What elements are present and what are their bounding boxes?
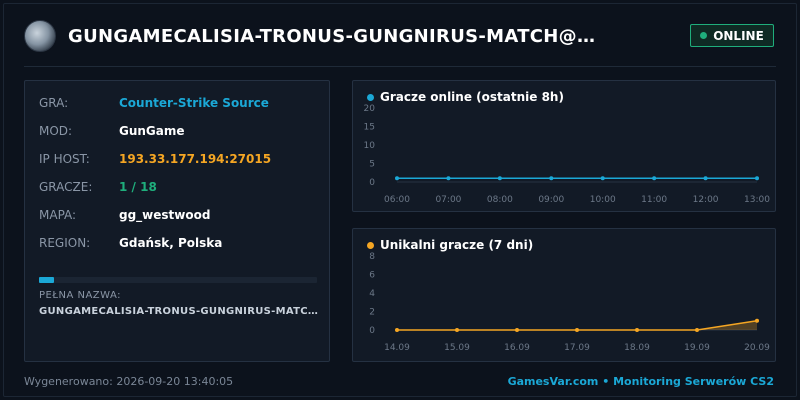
x-tick-label: 17.09 (564, 343, 590, 353)
x-tick-label: 09:00 (538, 195, 564, 205)
info-label: MOD: (39, 124, 73, 138)
y-tick-label: 4 (369, 289, 375, 299)
chart-title: Unikalni gracze (7 dni) (367, 238, 533, 252)
y-tick-label: 6 (369, 271, 375, 281)
y-tick-label: 20 (364, 104, 376, 114)
fullname-value: GUNGAMECALISIA-TRONUS-GUNGNIRUS-MATCH… (39, 306, 319, 317)
mod-value: GunGame (119, 124, 185, 138)
x-tick-label: 12:00 (693, 195, 719, 205)
data-point (549, 176, 554, 181)
x-tick-label: 18.09 (624, 343, 650, 353)
y-tick-label: 0 (369, 326, 375, 336)
y-tick-label: 5 (369, 160, 375, 170)
y-tick-label: 2 (369, 308, 375, 318)
players-value: 1 / 18 (119, 180, 157, 194)
x-tick-label: 07:00 (435, 195, 461, 205)
game-value: Counter-Strike Source (119, 96, 269, 110)
y-tick-label: 15 (364, 123, 375, 133)
player-progress-bar (39, 277, 317, 283)
data-point (635, 328, 639, 332)
data-point (395, 176, 399, 181)
chart-title-text: Unikalni gracze (7 dni) (380, 238, 534, 252)
x-tick-label: 11:00 (641, 195, 667, 205)
data-point (703, 176, 708, 181)
data-point (575, 328, 579, 332)
fullname-label: PEŁNA NAZWA: (39, 290, 122, 301)
x-tick-label: 13:00 (744, 195, 770, 205)
info-label: GRA: (39, 96, 69, 110)
online-players-chart-panel: 0 5 10 15 20 06:00 07:00 08:00 09:00 10:00 11:00 12… (352, 80, 776, 212)
info-label: IP HOST: (39, 152, 90, 166)
region-value: Gdańsk, Polska (119, 236, 223, 250)
status-dot-icon (700, 32, 708, 39)
header-divider (24, 66, 776, 67)
x-tick-label: 19.09 (684, 343, 710, 353)
data-point (755, 318, 759, 323)
map-value: gg_westwood (119, 208, 211, 222)
x-tick-label: 20.09 (744, 343, 770, 353)
server-title: GUNGAMECALISIA-TRONUS-GUNGNIRUS-MATCH@pu… (68, 26, 608, 47)
generated-timestamp: Wygenerowano: 2026-09-20 13:40:05 (24, 375, 234, 388)
x-tick-label: 16.09 (504, 343, 530, 353)
info-label: REGION: (39, 236, 91, 250)
y-tick-label: 10 (364, 141, 376, 151)
x-tick-label: 06:00 (384, 195, 410, 205)
status-text: ONLINE (713, 28, 764, 43)
info-label: MAPA: (39, 208, 77, 222)
x-tick-label: 15.09 (444, 343, 470, 353)
player-progress-fill (39, 277, 55, 283)
server-info-panel: GRA: Counter-Strike Source MOD: GunGame … (24, 80, 330, 362)
x-tick-label: 14.09 (384, 343, 410, 353)
chart-title-text: Gracze online (ostatnie 8h) (380, 90, 564, 104)
status-badge: ONLINE (690, 24, 774, 47)
data-point (446, 176, 451, 181)
chart-title: Gracze online (ostatnie 8h) (367, 90, 564, 104)
unique-players-chart-panel: 0 2 4 6 8 14.09 15.09 16.09 17.09 18.09 19.09 20.09… (352, 228, 776, 362)
legend-dot-icon (367, 93, 374, 101)
data-point (695, 328, 699, 332)
brand-link[interactable]: GamesVar.com • Monitoring Serwerów CS2 (508, 375, 774, 388)
info-label: GRACZE: (39, 180, 93, 194)
data-point (755, 176, 759, 181)
header: GUNGAMECALISIA-TRONUS-GUNGNIRUS-MATCH@pu… (0, 0, 800, 68)
data-point (600, 176, 605, 181)
data-point (395, 328, 399, 332)
data-point (497, 176, 502, 181)
data-point (455, 328, 459, 332)
data-point (652, 176, 657, 181)
x-tick-label: 10:00 (590, 195, 616, 205)
server-avatar (24, 20, 56, 52)
x-tick-label: 08:00 (487, 195, 513, 205)
data-point (515, 328, 519, 332)
y-tick-label: 0 (369, 178, 375, 188)
y-tick-label: 8 (369, 252, 375, 262)
legend-dot-icon (367, 241, 374, 249)
ip-value: 193.33.177.194:27015 (119, 152, 272, 166)
